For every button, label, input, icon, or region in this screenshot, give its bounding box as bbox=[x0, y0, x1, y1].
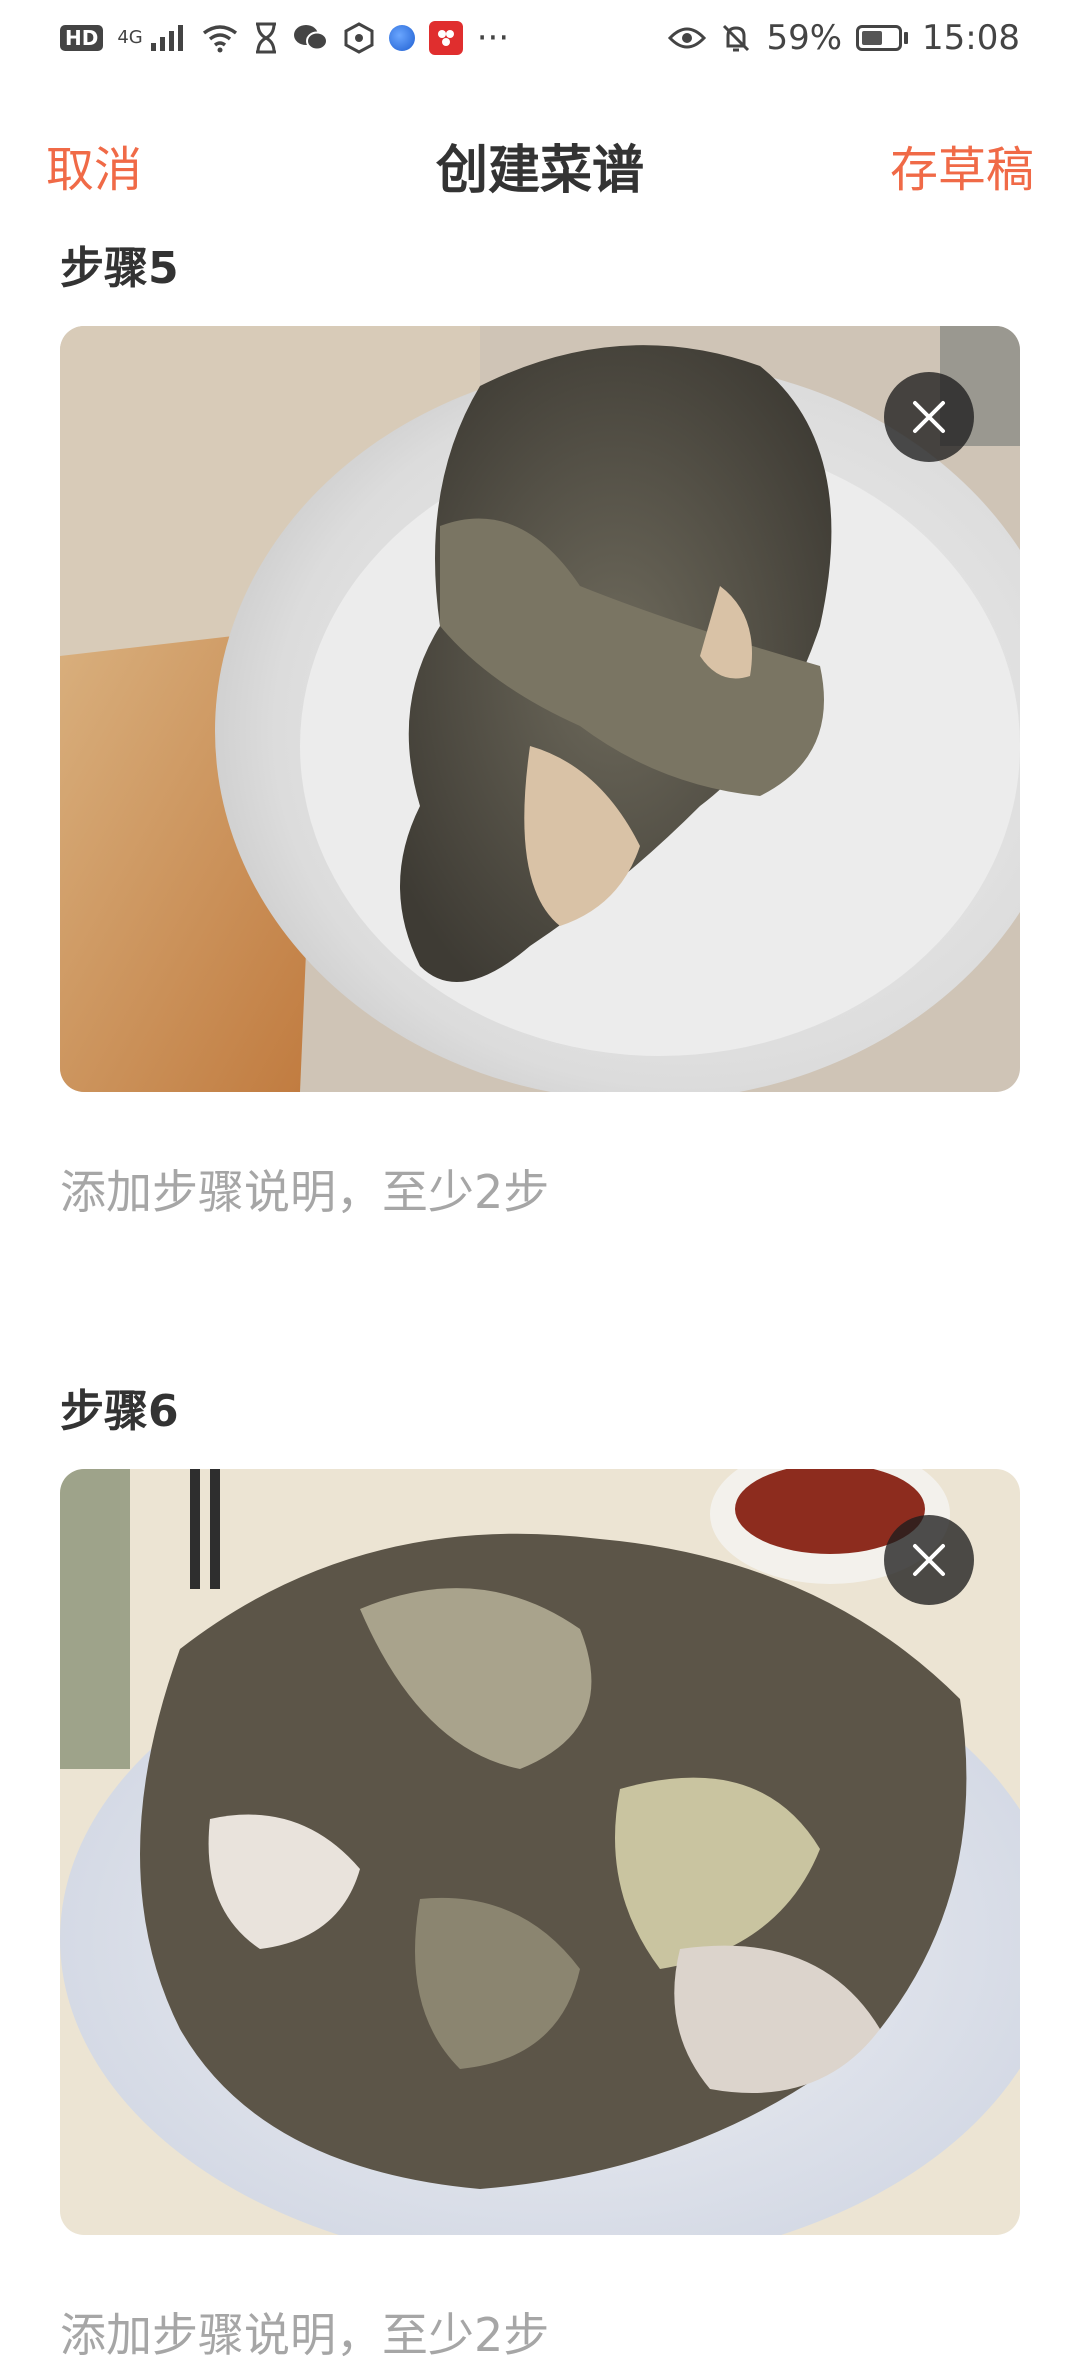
battery-percentage: 59% bbox=[766, 17, 843, 58]
clock: 15:08 bbox=[922, 17, 1020, 58]
network-type-label: 4G bbox=[117, 26, 143, 48]
top-bar: 取消 创建菜谱 存草稿 bbox=[0, 110, 1080, 210]
step-card: 步骤5 添加步骤说明，至少2步 bbox=[60, 236, 1020, 1222]
step-title: 步骤5 bbox=[60, 243, 179, 294]
step-photo-image bbox=[60, 326, 1020, 1092]
hourglass-icon bbox=[253, 22, 279, 54]
remove-photo-button[interactable] bbox=[884, 372, 974, 462]
save-draft-button[interactable]: 存草稿 bbox=[890, 130, 1034, 200]
status-left: HD 4G ··· bbox=[60, 18, 509, 58]
shopping-app-icon bbox=[428, 20, 463, 55]
step-description-input[interactable]: 添加步骤说明，至少2步 bbox=[60, 2305, 1020, 2365]
wechat-icon bbox=[293, 23, 329, 53]
battery-icon bbox=[856, 24, 909, 51]
status-bar: HD 4G ··· 59% 15:08 bbox=[0, 0, 1080, 75]
wifi-icon bbox=[201, 23, 239, 53]
bell-muted-icon bbox=[720, 22, 752, 54]
step-card: 步骤6 添加步骤说明，至少2步 bbox=[60, 1379, 1020, 2365]
close-icon bbox=[913, 401, 945, 433]
browser-app-icon bbox=[388, 24, 415, 51]
step-photo[interactable] bbox=[60, 326, 1020, 1092]
status-right: 59% 15:08 bbox=[668, 18, 1020, 58]
hexagon-app-icon bbox=[343, 21, 375, 54]
step-photo-image bbox=[60, 1469, 1020, 2235]
step-photo[interactable] bbox=[60, 1469, 1020, 2235]
hd-badge: HD bbox=[60, 24, 104, 51]
step-description-input[interactable]: 添加步骤说明，至少2步 bbox=[60, 1162, 1020, 1222]
more-notifications-icon: ··· bbox=[476, 17, 510, 58]
eye-icon bbox=[668, 24, 707, 52]
signal-icon bbox=[149, 23, 187, 53]
step-title: 步骤6 bbox=[60, 1386, 179, 1437]
remove-photo-button[interactable] bbox=[884, 1515, 974, 1605]
close-icon bbox=[913, 1544, 945, 1576]
